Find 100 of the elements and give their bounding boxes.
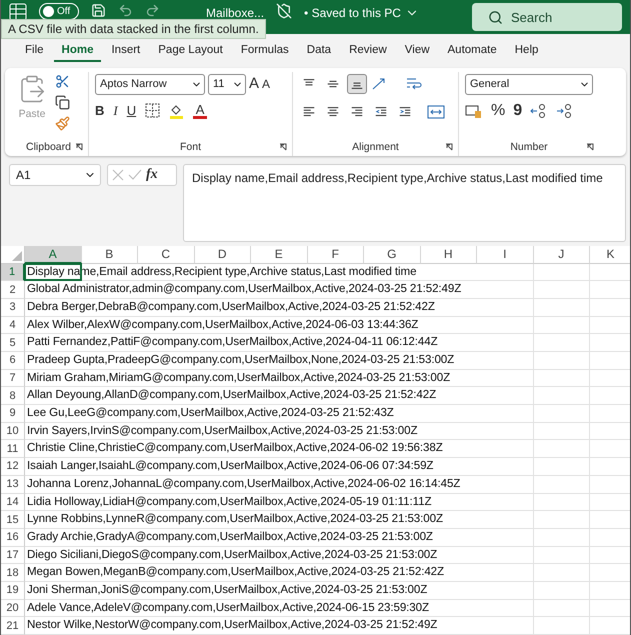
copy-icon[interactable] (55, 94, 70, 110)
row-header[interactable]: 13 (1, 476, 25, 494)
dialog-launcher-icon[interactable] (445, 142, 453, 151)
column-header[interactable]: J (534, 246, 590, 264)
column-header[interactable]: A (25, 246, 82, 264)
row-header[interactable]: 16 (1, 528, 25, 547)
cell-text: Adele Vance,AdeleV@company.com,UserMailbox,Active,2024-06-15 23:59:30Z (27, 600, 429, 614)
menu-tab[interactable]: Formulas (232, 40, 297, 62)
empty-cell[interactable] (534, 316, 590, 334)
column-header[interactable]: D (194, 246, 251, 264)
save-status[interactable]: • Saved to this PC (304, 3, 401, 23)
empty-cell[interactable] (534, 440, 590, 458)
column-header[interactable]: E (251, 246, 308, 264)
column-header[interactable]: C (138, 246, 194, 264)
percent-style-button[interactable]: % (491, 102, 506, 119)
dialog-launcher-icon[interactable] (279, 142, 287, 151)
empty-cell[interactable] (534, 494, 590, 512)
empty-cell[interactable] (534, 298, 590, 317)
row-header[interactable]: 2 (1, 281, 25, 299)
bold-button[interactable]: B (95, 102, 104, 119)
font-family-dropdown[interactable]: Aptos Narrow (95, 74, 205, 95)
column-header[interactable]: H (420, 246, 477, 264)
italic-button[interactable]: I (113, 102, 118, 119)
empty-cell[interactable] (534, 582, 590, 600)
format-painter-icon[interactable] (55, 116, 70, 131)
menu-tab[interactable]: Review (341, 40, 395, 62)
empty-cell[interactable] (534, 617, 590, 635)
excel-logo-icon[interactable] (9, 3, 27, 21)
empty-cell[interactable] (534, 546, 590, 564)
font-size-dropdown[interactable]: 11 (208, 74, 246, 95)
name-box[interactable]: A1 (9, 164, 101, 186)
menu-tab[interactable]: Automate (440, 40, 505, 62)
empty-cell[interactable] (534, 334, 590, 352)
shrink-font-button[interactable]: A (262, 76, 270, 92)
redo-icon[interactable] (145, 3, 160, 18)
font-color-button[interactable]: A (193, 102, 208, 119)
empty-cell[interactable] (534, 528, 590, 547)
fill-color-icon[interactable] (169, 102, 184, 119)
empty-cell[interactable] (534, 387, 590, 406)
merge-cells-icon[interactable] (427, 104, 445, 120)
menu-tab[interactable]: View (396, 40, 438, 62)
select-all-icon[interactable] (12, 250, 22, 261)
row-header[interactable]: 14 (1, 494, 25, 512)
cell-text: Johanna Lorenz,JohannaL@company.com,UserMailbox,Active,2024-06-02 16:14:45Z (27, 476, 460, 490)
orientation-icon[interactable] (371, 76, 387, 92)
column-header[interactable]: I (477, 246, 534, 264)
row-header[interactable]: 5 (1, 334, 25, 352)
empty-cell[interactable] (534, 281, 590, 299)
insert-function-button[interactable]: fx (146, 166, 158, 183)
column-header[interactable]: G (364, 246, 420, 264)
dialog-launcher-icon[interactable] (586, 142, 594, 151)
menu-tab[interactable]: Insert (103, 40, 148, 62)
empty-cell[interactable] (534, 370, 590, 388)
grow-font-button[interactable]: A (249, 76, 260, 92)
empty-cell[interactable] (534, 564, 590, 582)
empty-cell[interactable] (534, 458, 590, 476)
check-icon[interactable] (128, 168, 142, 181)
row-header[interactable]: 6 (1, 352, 25, 370)
row-header[interactable]: 8 (1, 387, 25, 406)
dialog-launcher-icon[interactable] (75, 142, 83, 151)
row-header[interactable]: 11 (1, 440, 25, 458)
cancel-icon[interactable] (112, 168, 124, 181)
empty-cell[interactable] (534, 600, 590, 618)
search-field[interactable]: Search (472, 3, 622, 31)
empty-cell[interactable] (534, 511, 590, 529)
save-icon[interactable] (91, 3, 106, 18)
menu-tab[interactable]: Page Layout (150, 40, 231, 62)
row-header[interactable]: 3 (1, 298, 25, 317)
column-header[interactable]: B (82, 246, 138, 264)
accounting-format-icon[interactable] (465, 102, 483, 119)
row-header[interactable]: 9 (1, 405, 25, 423)
number-format-dropdown[interactable]: General (465, 74, 593, 95)
row-header[interactable]: 7 (1, 370, 25, 388)
empty-cell[interactable] (534, 352, 590, 370)
row-header[interactable]: 21 (1, 617, 25, 635)
menu-tab[interactable]: File (17, 40, 52, 62)
formula-field[interactable]: Display name,Email address,Recipient type,Archive status,Last modified time (183, 164, 626, 242)
menu-tab[interactable]: Home (54, 40, 102, 62)
vertical-align-button[interactable] (347, 74, 367, 94)
underline-button[interactable]: U (126, 102, 136, 119)
menu-tab[interactable]: Help (506, 40, 546, 62)
row-header[interactable]: 19 (1, 582, 25, 600)
empty-cell[interactable] (534, 422, 590, 440)
empty-cell[interactable] (534, 264, 590, 282)
empty-cell[interactable] (534, 476, 590, 494)
row-header[interactable]: 20 (1, 600, 25, 618)
row-header[interactable]: 1 (1, 264, 25, 282)
undo-icon[interactable] (118, 3, 133, 18)
row-header[interactable]: 10 (1, 422, 25, 440)
column-header[interactable]: F (308, 246, 364, 264)
comma-style-button[interactable]: 9 (513, 102, 522, 119)
row-header[interactable]: 15 (1, 511, 25, 529)
menu-tab[interactable]: Data (298, 40, 340, 62)
borders-icon[interactable] (145, 103, 160, 118)
row-header[interactable]: 4 (1, 316, 25, 334)
row-header[interactable]: 17 (1, 546, 25, 564)
empty-cell[interactable] (534, 405, 590, 423)
row-header[interactable]: 12 (1, 458, 25, 476)
row-header[interactable]: 18 (1, 564, 25, 582)
cut-icon[interactable] (55, 74, 70, 89)
